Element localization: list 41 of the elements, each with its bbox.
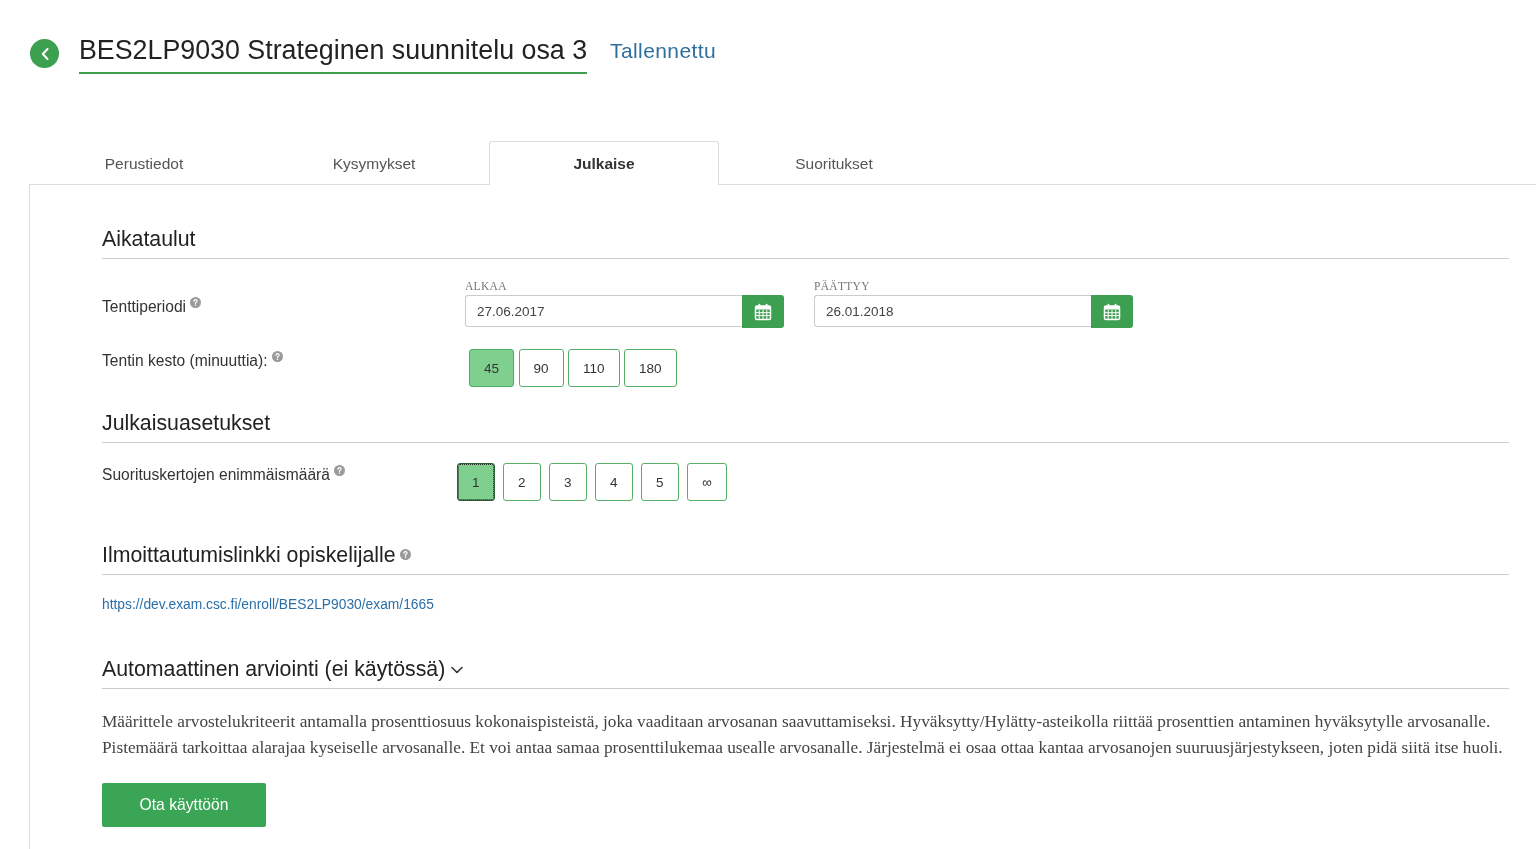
tab[interactable]: Suoritukset — [719, 141, 949, 185]
tab[interactable]: Julkaise — [489, 141, 719, 185]
chevron-left-icon — [40, 47, 49, 60]
description-text: Määrittele arvostelukriteerit antamalla prosenttiosuus kokonaispisteistä, joka vaaditaan arvosanan saavuttamiseksi. Hyväksytty/Hylätty-asteikolla riittää prosenttien antaminen hyväksytylle arvosanalle. Pistemäärä tarkoittaa alarajaa kyseiselle arvosanalle. Et voi antaa samaa prosenttilukemaa usealle arvosanalle. Järjestelmä ei osaa ottaa kantaa arvosanojen suuruusjärjestykseen, joten pidä siitä itse huoli. — [102, 711, 1504, 759]
option-button[interactable]: ∞ — [687, 463, 727, 501]
help-icon[interactable] — [271, 351, 283, 362]
save-status: Tallennettu — [610, 38, 716, 64]
date-label: PÄÄTTYY — [814, 279, 871, 293]
tab[interactable]: Perustiedot — [29, 141, 259, 185]
page-title: BES2LP9030 Strateginen suunnitelu osa 3 — [79, 34, 588, 74]
option-button[interactable]: 90 — [518, 349, 564, 387]
option-button[interactable]: 180 — [624, 349, 677, 387]
option-button[interactable]: 1 — [457, 463, 495, 501]
field-label: Tentin kesto (minuuttia): — [102, 352, 268, 370]
chevron-down-icon — [451, 666, 464, 674]
option-button[interactable]: 2 — [503, 463, 541, 501]
tab[interactable]: Kysymykset — [259, 141, 489, 185]
calendar-button[interactable] — [742, 295, 784, 328]
back-button[interactable] — [30, 39, 59, 68]
option-button[interactable]: 3 — [549, 463, 587, 501]
date-input[interactable]: 27.06.2017 — [465, 295, 742, 327]
help-icon[interactable] — [190, 297, 202, 308]
help-icon[interactable] — [399, 549, 411, 560]
enrollment-link[interactable]: https://dev.exam.csc.fi/enroll/BES2LP9030/exam/1665 — [102, 597, 434, 613]
section-title: Aikataulut — [102, 227, 196, 251]
expand-toggle[interactable] — [451, 666, 464, 674]
calendar-icon — [754, 302, 772, 321]
help-icon[interactable] — [333, 465, 345, 476]
option-button[interactable]: 4 — [595, 463, 633, 501]
date-input[interactable]: 26.01.2018 — [814, 295, 1091, 327]
section-title: Automaattinen arviointi (ei käytössä) — [102, 657, 446, 681]
field-label: Suorituskertojen enimmäismäärä — [102, 466, 330, 484]
option-button[interactable]: 45 — [469, 349, 515, 387]
option-button[interactable]: 5 — [641, 463, 679, 501]
section-title: Ilmoittautumislinkki opiskelijalle — [102, 543, 396, 567]
section-title: Julkaisuasetukset — [102, 411, 271, 435]
option-button[interactable]: 110 — [568, 349, 620, 387]
calendar-button[interactable] — [1091, 295, 1133, 328]
field-label: Tenttiperiodi — [102, 298, 187, 316]
calendar-icon — [1103, 302, 1121, 321]
date-label: ALKAA — [465, 279, 508, 293]
